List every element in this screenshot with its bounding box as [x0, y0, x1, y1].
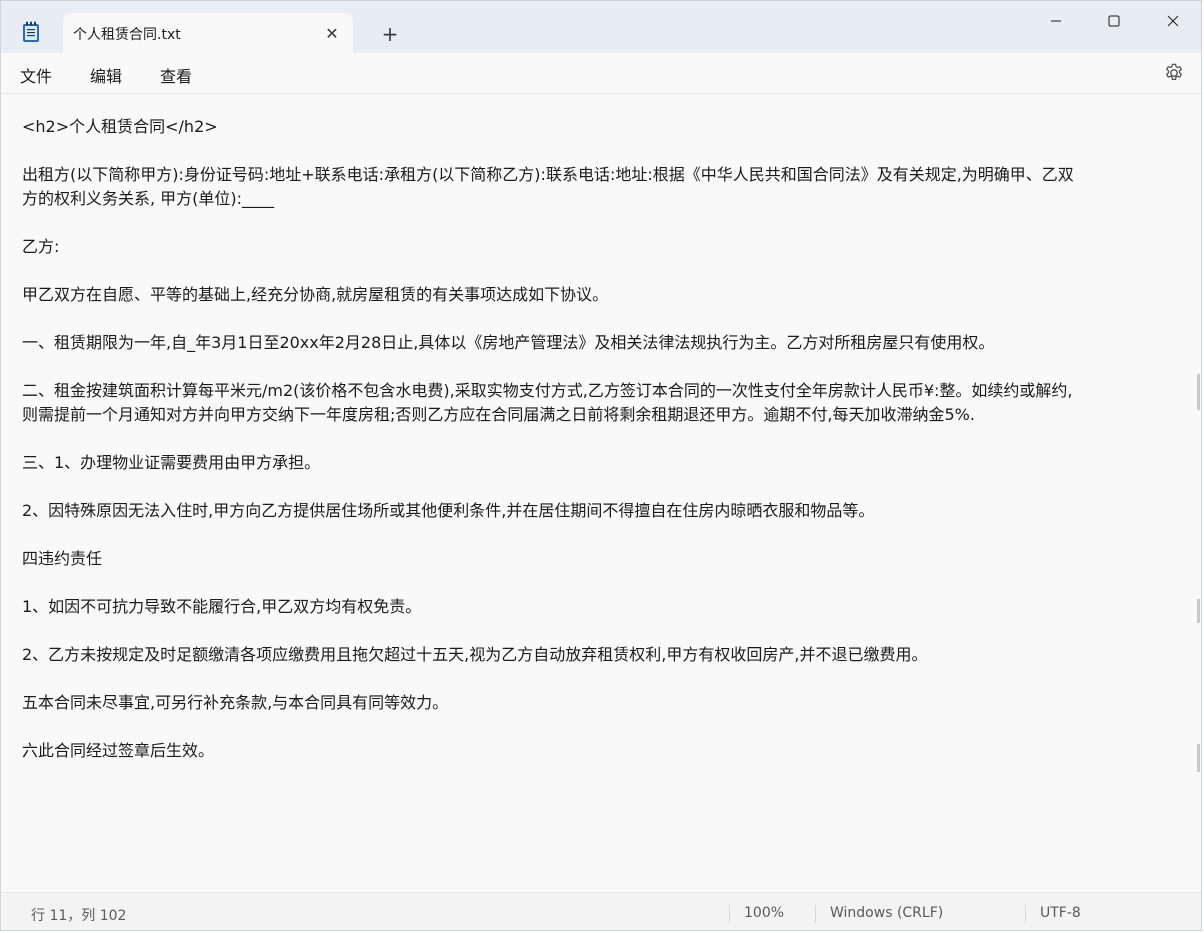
text-editor[interactable]: <h2>个人租赁合同</h2> 出租方(以下简称甲方):身份证号码:地址+联系电… — [1, 94, 1201, 892]
cursor-position: 行 11，列 102 — [31, 908, 127, 924]
new-tab-button[interactable]: + — [376, 21, 404, 47]
notepad-app-icon — [23, 21, 39, 42]
minimize-button[interactable] — [1027, 1, 1085, 41]
scrollbar-marker[interactable] — [1197, 744, 1200, 772]
menu-bar: 文件 编辑 查看 — [1, 53, 1201, 94]
text-line: 1、如因不可抗力导致不能履行合,甲乙双方均有权免责。 — [22, 597, 422, 616]
zoom-level[interactable]: 100% — [744, 905, 784, 921]
close-window-button[interactable] — [1144, 1, 1201, 41]
text-line: <h2>个人租赁合同</h2> — [22, 117, 218, 136]
text-line: 五本合同未尽事宜,可另行补充条款,与本合同具有同等效力。 — [22, 693, 449, 712]
maximize-icon — [1108, 15, 1120, 27]
text-line: 2、乙方未按规定及时足额缴清各项应缴费用且拖欠超过十五天,视为乙方自动放弃租赁权… — [22, 645, 928, 664]
status-divider — [815, 905, 816, 923]
text-line: 甲乙双方在自愿、平等的基础上,经充分协商,就房屋租赁的有关事项达成如下协议。 — [22, 285, 609, 304]
status-divider — [729, 905, 730, 923]
minimize-icon — [1051, 20, 1061, 22]
close-tab-icon[interactable]: ✕ — [321, 22, 343, 44]
line-ending[interactable]: Windows (CRLF) — [830, 905, 943, 921]
text-line: 2、因特殊原因无法入住时,甲方向乙方提供居住场所或其他便利条件,并在居住期间不得… — [22, 501, 875, 520]
menu-edit[interactable]: 编辑 — [90, 63, 122, 87]
tab-title: 个人租赁合同.txt — [73, 27, 181, 43]
maximize-button[interactable] — [1085, 1, 1143, 41]
text-line: 则需提前一个月通知对方并向甲方交纳下一年度房租;否则乙方应在合同届满之日前将剩余… — [22, 405, 975, 424]
text-line: 二、租金按建筑面积计算每平米元/m2(该价格不包含水电费),采取实物支付方式,乙… — [22, 381, 1073, 400]
scrollbar-marker[interactable] — [1197, 374, 1200, 410]
title-bar: 个人租赁合同.txt ✕ + — [1, 1, 1201, 53]
text-line: 出租方(以下简称甲方):身份证号码:地址+联系电话:承租方(以下简称乙方):联系… — [22, 165, 1074, 184]
scrollbar-marker[interactable] — [1197, 599, 1200, 623]
tab-document[interactable]: 个人租赁合同.txt ✕ — [63, 13, 353, 53]
menu-view[interactable]: 查看 — [160, 63, 192, 87]
menu-file[interactable]: 文件 — [20, 63, 52, 87]
close-icon — [1167, 15, 1179, 27]
notepad-window: 个人租赁合同.txt ✕ + 文件 编辑 查看 <h2>个人租赁合同</h2> … — [0, 0, 1202, 931]
encoding[interactable]: UTF-8 — [1040, 905, 1081, 921]
text-line: 方的权利义务关系, 甲方(单位):____ — [22, 189, 275, 208]
text-line: 一、租赁期限为一年,自_年3月1日至20xx年2月28日止,具体以《房地产管理法… — [22, 333, 995, 352]
text-line: 乙方: — [22, 237, 60, 256]
status-bar: 行 11，列 102 100% Windows (CRLF) UTF-8 — [1, 892, 1201, 930]
status-divider — [1025, 905, 1026, 923]
text-line: 四违约责任 — [22, 549, 103, 568]
settings-gear-icon[interactable] — [1163, 62, 1185, 84]
text-line: 三、1、办理物业证需要费用由甲方承担。 — [22, 453, 321, 472]
text-line: 六此合同经过签章后生效。 — [22, 741, 215, 760]
